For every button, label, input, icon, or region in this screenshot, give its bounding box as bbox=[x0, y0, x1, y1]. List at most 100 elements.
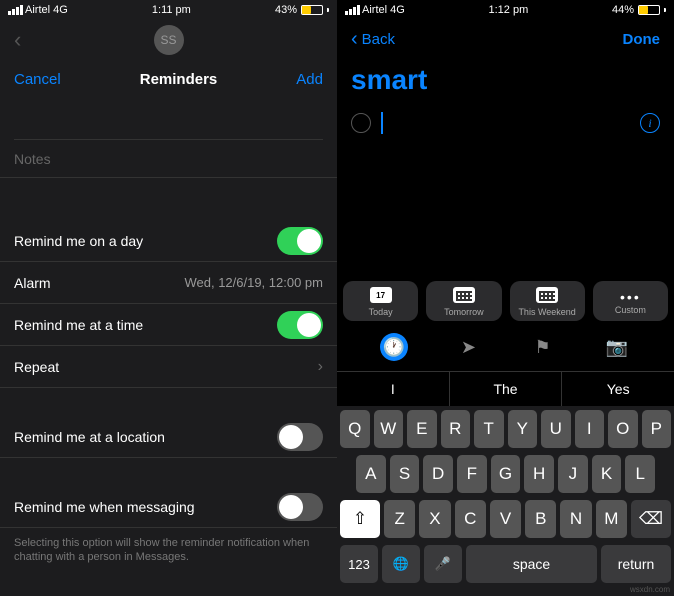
remind-messaging-row[interactable]: Remind me when messaging bbox=[0, 486, 337, 528]
key-v[interactable]: V bbox=[490, 500, 521, 538]
number-key[interactable]: 123 bbox=[340, 545, 378, 583]
clock-label: 1:12 pm bbox=[489, 4, 529, 16]
remind-location-label: Remind me at a location bbox=[14, 429, 165, 445]
quick-custom[interactable]: ••• Custom bbox=[593, 281, 668, 321]
signal-icon bbox=[345, 5, 360, 15]
repeat-row[interactable]: Repeat › bbox=[0, 346, 337, 388]
back-button[interactable]: ‹ Back bbox=[351, 28, 395, 51]
remind-day-toggle[interactable] bbox=[277, 227, 323, 255]
keyboard-accessory: Today Tomorrow This Weekend ••• Custom 🕐… bbox=[337, 271, 674, 596]
shift-key[interactable]: ⇧ bbox=[340, 500, 380, 538]
chevron-back-icon: ‹ bbox=[351, 28, 358, 51]
quick-tomorrow[interactable]: Tomorrow bbox=[426, 281, 501, 321]
battery-indicator: 43% bbox=[275, 4, 329, 16]
suggestion-3[interactable]: Yes bbox=[562, 372, 674, 406]
text-cursor bbox=[381, 112, 383, 134]
alarm-row[interactable]: Alarm Wed, 12/6/19, 12:00 pm bbox=[0, 262, 337, 304]
keyboard: QWERTYUIOP ASDFGHJKL ⇧ ZXCVBNM ⌫ 123 🌐 🎤… bbox=[337, 406, 674, 596]
delete-key[interactable]: ⌫ bbox=[631, 500, 671, 538]
phone-right: Airtel 4G 1:12 pm 44% ‹ Back Done smart … bbox=[337, 0, 674, 596]
watermark: wsxdn.com bbox=[630, 585, 670, 594]
remind-time-toggle[interactable] bbox=[277, 311, 323, 339]
space-key[interactable]: space bbox=[466, 545, 597, 583]
key-j[interactable]: J bbox=[558, 455, 588, 493]
key-q[interactable]: Q bbox=[340, 410, 370, 448]
key-y[interactable]: Y bbox=[508, 410, 538, 448]
alarm-label: Alarm bbox=[14, 275, 51, 291]
suggestion-1[interactable]: I bbox=[337, 372, 450, 406]
key-x[interactable]: X bbox=[419, 500, 450, 538]
calendar-weekend-icon bbox=[536, 287, 558, 303]
list-title: smart bbox=[337, 58, 674, 102]
key-s[interactable]: S bbox=[390, 455, 420, 493]
status-bar: Airtel 4G 1:12 pm 44% bbox=[337, 0, 674, 20]
remind-day-row[interactable]: Remind me on a day bbox=[0, 220, 337, 262]
done-button[interactable]: Done bbox=[623, 31, 661, 48]
alarm-value: Wed, 12/6/19, 12:00 pm bbox=[184, 275, 323, 290]
quick-today[interactable]: Today bbox=[343, 281, 418, 321]
remind-time-label: Remind me at a time bbox=[14, 317, 143, 333]
info-icon[interactable]: i bbox=[640, 113, 660, 133]
key-f[interactable]: F bbox=[457, 455, 487, 493]
avatar[interactable]: SS bbox=[154, 25, 184, 55]
camera-action-icon[interactable]: 📷 bbox=[603, 333, 631, 361]
cancel-button[interactable]: Cancel bbox=[14, 71, 61, 88]
key-a[interactable]: A bbox=[356, 455, 386, 493]
flag-action-icon[interactable]: ⚑ bbox=[529, 333, 557, 361]
key-u[interactable]: U bbox=[541, 410, 571, 448]
carrier-label: Airtel 4G bbox=[25, 4, 68, 16]
key-r[interactable]: R bbox=[441, 410, 471, 448]
signal-icon bbox=[8, 5, 23, 15]
key-m[interactable]: M bbox=[596, 500, 627, 538]
key-d[interactable]: D bbox=[423, 455, 453, 493]
key-b[interactable]: B bbox=[525, 500, 556, 538]
suggestion-bar: I The Yes bbox=[337, 371, 674, 406]
key-w[interactable]: W bbox=[374, 410, 404, 448]
key-g[interactable]: G bbox=[491, 455, 521, 493]
chevron-right-icon: › bbox=[318, 358, 323, 376]
remind-day-label: Remind me on a day bbox=[14, 233, 143, 249]
remind-time-row[interactable]: Remind me at a time bbox=[0, 304, 337, 346]
key-o[interactable]: O bbox=[608, 410, 638, 448]
nav-bar: Cancel Reminders Add bbox=[0, 60, 337, 98]
key-l[interactable]: L bbox=[625, 455, 655, 493]
new-reminder-row[interactable]: i bbox=[337, 102, 674, 144]
clock-label: 1:11 pm bbox=[152, 4, 191, 16]
calendar-today-icon bbox=[370, 287, 392, 303]
key-h[interactable]: H bbox=[524, 455, 554, 493]
status-bar: Airtel 4G 1:11 pm 43% bbox=[0, 0, 337, 20]
ellipsis-icon: ••• bbox=[620, 289, 641, 305]
return-key[interactable]: return bbox=[601, 545, 671, 583]
calendar-tomorrow-icon bbox=[453, 287, 475, 303]
key-i[interactable]: I bbox=[575, 410, 605, 448]
key-n[interactable]: N bbox=[560, 500, 591, 538]
location-action-icon[interactable]: ➤ bbox=[454, 333, 482, 361]
add-button[interactable]: Add bbox=[296, 71, 323, 88]
key-p[interactable]: P bbox=[642, 410, 672, 448]
remind-messaging-toggle[interactable] bbox=[277, 493, 323, 521]
title-input[interactable] bbox=[14, 106, 323, 140]
completion-circle-icon[interactable] bbox=[351, 113, 371, 133]
messaging-footer: Selecting this option will show the remi… bbox=[0, 528, 337, 573]
nav-bar: ‹ Back Done bbox=[337, 20, 674, 58]
quick-weekend[interactable]: This Weekend bbox=[510, 281, 585, 321]
key-z[interactable]: Z bbox=[384, 500, 415, 538]
time-action-icon[interactable]: 🕐 bbox=[380, 333, 408, 361]
key-e[interactable]: E bbox=[407, 410, 437, 448]
repeat-label: Repeat bbox=[14, 359, 59, 375]
suggestion-2[interactable]: The bbox=[450, 372, 563, 406]
remind-messaging-label: Remind me when messaging bbox=[14, 499, 195, 515]
remind-location-toggle[interactable] bbox=[277, 423, 323, 451]
phone-left: Airtel 4G 1:11 pm 43% ‹ SS Cancel Remind… bbox=[0, 0, 337, 596]
nav-title: Reminders bbox=[140, 71, 218, 88]
key-k[interactable]: K bbox=[592, 455, 622, 493]
notes-input[interactable]: Notes bbox=[0, 140, 337, 178]
globe-key[interactable]: 🌐 bbox=[382, 545, 420, 583]
key-c[interactable]: C bbox=[455, 500, 486, 538]
back-chevron-icon[interactable]: ‹ bbox=[14, 27, 21, 53]
remind-location-row[interactable]: Remind me at a location bbox=[0, 416, 337, 458]
battery-indicator: 44% bbox=[612, 4, 666, 16]
carrier-label: Airtel 4G bbox=[362, 4, 405, 16]
key-t[interactable]: T bbox=[474, 410, 504, 448]
mic-key[interactable]: 🎤 bbox=[424, 545, 462, 583]
